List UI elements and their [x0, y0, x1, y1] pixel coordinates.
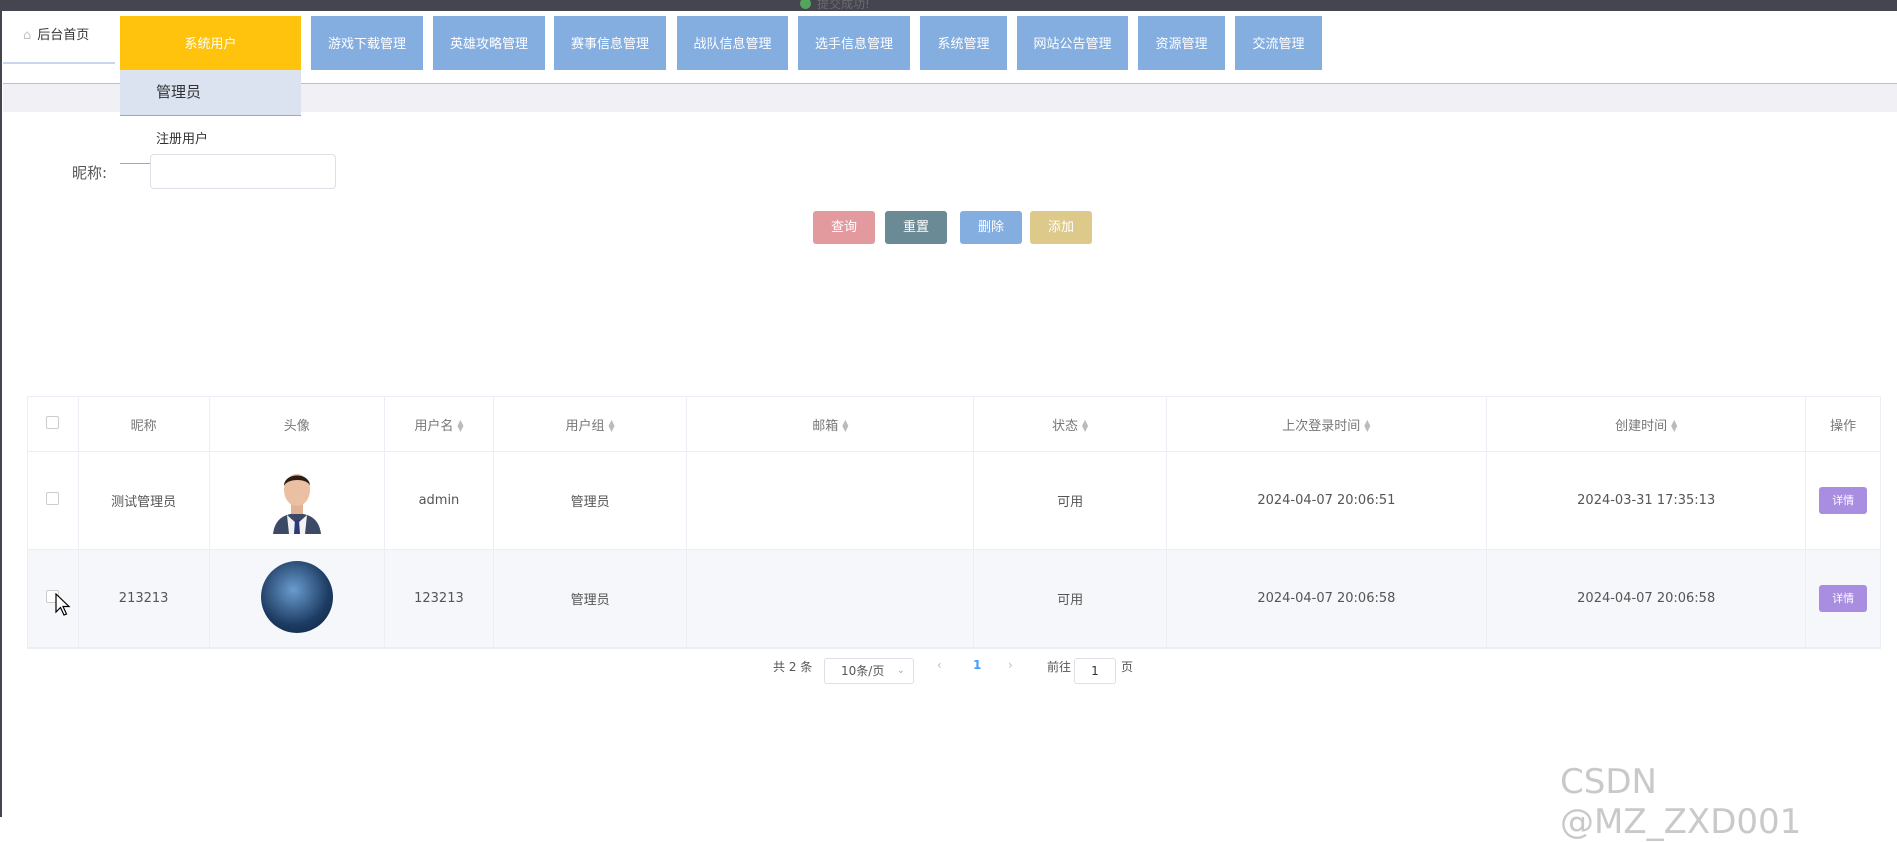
prev-page-icon[interactable]: ‹: [937, 658, 942, 672]
cell-actions: 详情: [1805, 451, 1880, 550]
goto-suffix: 页: [1121, 660, 1134, 674]
header-label: 创建时间: [1615, 418, 1668, 434]
cell-status: 可用: [973, 549, 1167, 648]
page-size-select[interactable]: 10条/页 ⌄: [824, 658, 914, 684]
nav-system-users[interactable]: 系统用户: [120, 16, 301, 70]
cell-avatar: [209, 451, 385, 550]
header-label: 昵称: [130, 418, 157, 434]
header-label: 邮箱: [812, 418, 839, 434]
avatar: [260, 560, 333, 633]
table-row: 213213 123213 管理员 可用 2024-04-07 20:06:58…: [28, 549, 1880, 648]
row-select-cell: [28, 451, 79, 550]
header-label: 状态: [1052, 418, 1079, 434]
mouse-cursor-icon: [55, 592, 71, 621]
cell-created: 2024-03-31 17:35:13: [1486, 451, 1807, 550]
sort-icon[interactable]: ▲ ▼: [609, 419, 615, 433]
sort-icon[interactable]: ▲ ▼: [1082, 419, 1088, 433]
system-users-dropdown: 管理员 注册用户: [120, 70, 301, 164]
nav-hero-guide[interactable]: 英雄攻略管理: [433, 16, 545, 70]
cell-nickname: 测试管理员: [78, 451, 210, 550]
dropdown-item-admin[interactable]: 管理员: [120, 70, 301, 116]
nickname-input[interactable]: [150, 154, 336, 189]
avatar: [269, 464, 325, 534]
header-label: 头像: [283, 418, 310, 434]
header-label: 上次登录时间: [1282, 418, 1361, 434]
page-number-current[interactable]: 1: [973, 658, 981, 672]
nav-resources[interactable]: 资源管理: [1138, 16, 1225, 70]
cell-email: [686, 549, 975, 648]
sort-icon[interactable]: ▲ ▼: [1671, 419, 1677, 433]
header-nickname: 昵称: [78, 397, 210, 452]
cell-user-group: 管理员: [493, 549, 688, 648]
header-label: 用户名: [414, 418, 454, 434]
cell-actions: 详情: [1805, 549, 1880, 648]
header-avatar: 头像: [209, 397, 385, 452]
header-actions: 操作: [1805, 397, 1880, 452]
header-label: 操作: [1830, 418, 1857, 434]
query-button[interactable]: 查询: [813, 211, 875, 244]
check-icon: [800, 0, 811, 9]
header-label: 用户组: [565, 418, 605, 434]
cell-nickname: 213213: [78, 549, 210, 648]
cell-username: 123213: [384, 549, 494, 648]
page-size-value: 10条/页: [841, 664, 885, 678]
sort-icon[interactable]: ▲ ▼: [842, 419, 848, 433]
goto-page-input[interactable]: 1: [1074, 658, 1116, 684]
success-toast: 提交成功!: [800, 0, 1130, 11]
watermark: CSDN @MZ_ZXD001: [1560, 762, 1802, 842]
nav-communication[interactable]: 交流管理: [1235, 16, 1322, 70]
reset-button[interactable]: 重置: [885, 211, 947, 244]
select-all-cell: [28, 397, 79, 452]
nav-match-info[interactable]: 赛事信息管理: [554, 16, 666, 70]
detail-button[interactable]: 详情: [1819, 487, 1868, 514]
nav-system-manage[interactable]: 系统管理: [920, 16, 1007, 70]
cell-email: [686, 451, 975, 550]
header-created[interactable]: 创建时间 ▲ ▼: [1486, 397, 1807, 452]
avatar-photo-man: [272, 473, 321, 534]
cell-username: admin: [384, 451, 494, 550]
cell-avatar: [209, 549, 385, 648]
detail-button[interactable]: 详情: [1819, 585, 1868, 612]
cell-created: 2024-04-07 20:06:58: [1486, 549, 1807, 648]
cell-last-login: 2024-04-07 20:06:51: [1166, 451, 1488, 550]
nav-game-download[interactable]: 游戏下载管理: [311, 16, 423, 70]
nickname-label: 昵称:: [72, 164, 108, 182]
header-last-login[interactable]: 上次登录时间 ▲ ▼: [1166, 397, 1488, 452]
cell-status: 可用: [973, 451, 1167, 550]
select-all-checkbox[interactable]: [46, 415, 60, 429]
header-username[interactable]: 用户名 ▲ ▼: [384, 397, 494, 452]
row-checkbox[interactable]: [46, 492, 60, 505]
sort-icon[interactable]: ▲ ▼: [1364, 419, 1370, 433]
users-table: 昵称 头像 用户名 ▲ ▼ 用户组 ▲ ▼ 邮箱 ▲ ▼ 状态 ▲ ▼ 上次登录时间 ▲ ▼ 创建时…: [27, 396, 1881, 649]
toast-text: 提交成功!: [817, 0, 870, 11]
chevron-down-icon: ⌄: [896, 665, 905, 676]
table-header-row: 昵称 头像 用户名 ▲ ▼ 用户组 ▲ ▼ 邮箱 ▲ ▼ 状态 ▲ ▼ 上次登录时间 ▲ ▼ 创建时…: [28, 397, 1880, 452]
window-left-border: [0, 0, 2, 817]
goto-label: 前往: [1047, 660, 1072, 674]
nav-team-info[interactable]: 战队信息管理: [677, 16, 788, 70]
table-row: 测试管理员 admin 管理员 可用 2024-04-07 20:06:51 2…: [28, 451, 1880, 550]
home-tab-label: 后台首页: [37, 28, 90, 43]
cell-user-group: 管理员: [493, 451, 688, 550]
header-user-group[interactable]: 用户组 ▲ ▼: [493, 397, 688, 452]
pagination-total: 共 2 条: [773, 660, 813, 674]
home-icon: ⌂: [23, 28, 32, 43]
nav-player-info[interactable]: 选手信息管理: [798, 16, 910, 70]
home-tab[interactable]: ⌂ 后台首页: [3, 16, 115, 64]
cell-last-login: 2024-04-07 20:06:58: [1166, 549, 1488, 648]
next-page-icon[interactable]: ›: [1008, 658, 1013, 672]
delete-button[interactable]: 删除: [960, 211, 1022, 244]
header-email[interactable]: 邮箱 ▲ ▼: [686, 397, 975, 452]
nav-site-notice[interactable]: 网站公告管理: [1017, 16, 1128, 70]
add-button[interactable]: 添加: [1030, 211, 1092, 244]
header-status[interactable]: 状态 ▲ ▼: [973, 397, 1167, 452]
sort-icon[interactable]: ▲ ▼: [457, 419, 463, 433]
